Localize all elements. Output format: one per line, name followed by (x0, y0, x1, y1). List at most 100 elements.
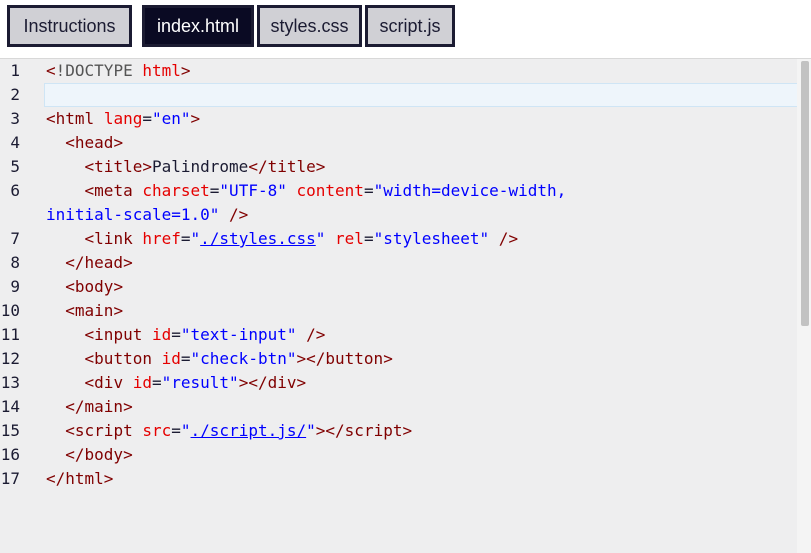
equals: = (142, 109, 152, 128)
tag-name: title (267, 157, 316, 176)
line-number-gutter: 1 2 3 4 5 6 7 8 9 10 11 12 13 14 15 16 1… (0, 59, 40, 553)
attr-value: "en" (151, 109, 191, 128)
tag-bracket: > (123, 445, 133, 464)
doctype-value: html (142, 61, 181, 80)
tag-name: main (74, 301, 114, 320)
tag-name: main (84, 397, 124, 416)
tag-bracket: > (383, 349, 393, 368)
code-line-8[interactable]: </head> (46, 251, 133, 275)
scrollbar-thumb[interactable] (801, 61, 809, 326)
attr-value: initial-scale=1.0" (46, 205, 220, 224)
code-line-1[interactable]: <!DOCTYPE html> (46, 59, 191, 83)
equals: = (209, 181, 220, 200)
code-line-6[interactable]: <meta charset="UTF-8" content="width=dev… (46, 179, 567, 203)
code-line-16[interactable]: </body> (46, 443, 133, 467)
tag-bracket: ></ (238, 373, 268, 392)
quote: " (190, 229, 201, 248)
code-line-17[interactable]: </html> (46, 467, 113, 491)
attr-value: "result" (161, 373, 239, 392)
tag-name: body (84, 445, 124, 464)
tag-name: div (94, 373, 124, 392)
href-link[interactable]: ./styles.css (200, 229, 316, 248)
line-number: 8 (10, 253, 20, 272)
tag-bracket: > (402, 421, 413, 440)
tag-name: button (325, 349, 384, 368)
tag-bracket: < (65, 421, 75, 440)
code-line-11[interactable]: <input id="text-input" /> (46, 323, 326, 347)
equals: = (171, 421, 181, 440)
attr-value: "check-btn" (190, 349, 297, 368)
tag-bracket: ></ (315, 421, 345, 440)
code-line-7[interactable]: <link href="./styles.css" rel="styleshee… (46, 227, 519, 251)
tag-bracket: < (65, 301, 75, 320)
line-number: 14 (0, 397, 20, 416)
text-content: Palindrome (151, 157, 249, 176)
tag-bracket: </ (65, 397, 85, 416)
code-line-15[interactable]: <script src="./script.js/"></script> (46, 419, 412, 443)
code-line-12[interactable]: <button id="check-btn"></button> (46, 347, 393, 371)
tag-bracket: </ (65, 253, 85, 272)
attr-name: id (132, 373, 152, 392)
tag-bracket: > (180, 61, 191, 80)
tag-bracket: </ (46, 469, 66, 488)
code-line-5[interactable]: <title>Palindrome</title> (46, 155, 326, 179)
quote: " (315, 229, 326, 248)
quote: " (306, 421, 316, 440)
active-line-highlight (44, 83, 798, 107)
equals: = (363, 229, 374, 248)
code-editor[interactable]: 1 2 3 4 5 6 7 8 9 10 11 12 13 14 15 16 1… (0, 59, 811, 553)
tab-script-js[interactable]: script.js (365, 5, 455, 47)
attr-value: "text-input" (180, 325, 297, 344)
equals: = (363, 181, 374, 200)
tag-bracket: > (113, 301, 124, 320)
tag-bracket: > (315, 157, 326, 176)
tag-bracket: > (123, 253, 133, 272)
quote: " (180, 421, 191, 440)
tag-bracket: > (113, 277, 124, 296)
tag-name: title (94, 157, 143, 176)
attr-name: href (142, 229, 181, 248)
equals: = (180, 349, 191, 368)
tag-bracket: < (46, 109, 56, 128)
attr-name: id (161, 349, 181, 368)
attr-value: "UTF-8" (219, 181, 287, 200)
code-line-13[interactable]: <div id="result"></div> (46, 371, 307, 395)
file-tab-bar: Instructions index.html styles.css scrip… (0, 0, 811, 59)
src-link[interactable]: ./script.js/ (191, 421, 307, 440)
doctype-keyword: !DOCTYPE (55, 61, 133, 80)
tag-name: head (74, 133, 114, 152)
tag-name: input (94, 325, 143, 344)
tag-bracket: </ (65, 445, 85, 464)
tab-instructions[interactable]: Instructions (7, 5, 132, 47)
code-line-10[interactable]: <main> (46, 299, 123, 323)
tag-bracket: < (84, 349, 95, 368)
vertical-scrollbar[interactable] (797, 59, 811, 553)
code-line-9[interactable]: <body> (46, 275, 123, 299)
tag-bracket: /> (219, 205, 249, 224)
equals: = (151, 373, 162, 392)
code-line-14[interactable]: </main> (46, 395, 132, 419)
attr-name: content (296, 181, 364, 200)
line-number: 6 (10, 181, 20, 200)
code-line-4[interactable]: <head> (46, 131, 123, 155)
tab-index-html[interactable]: index.html (142, 5, 254, 47)
line-number: 10 (0, 301, 20, 320)
tag-bracket: /> (296, 325, 326, 344)
tag-name: script (74, 421, 133, 440)
tag-bracket: < (84, 157, 95, 176)
tag-name: meta (94, 181, 133, 200)
code-line-6-wrap[interactable]: initial-scale=1.0" /> (46, 203, 248, 227)
attr-value: "width=device-width, (373, 181, 567, 200)
line-number: 17 (0, 469, 20, 488)
equals: = (171, 325, 181, 344)
code-line-3[interactable]: <html lang="en"> (46, 107, 200, 131)
tab-styles-css[interactable]: styles.css (257, 5, 362, 47)
tag-name: head (84, 253, 124, 272)
attr-name: id (151, 325, 172, 344)
